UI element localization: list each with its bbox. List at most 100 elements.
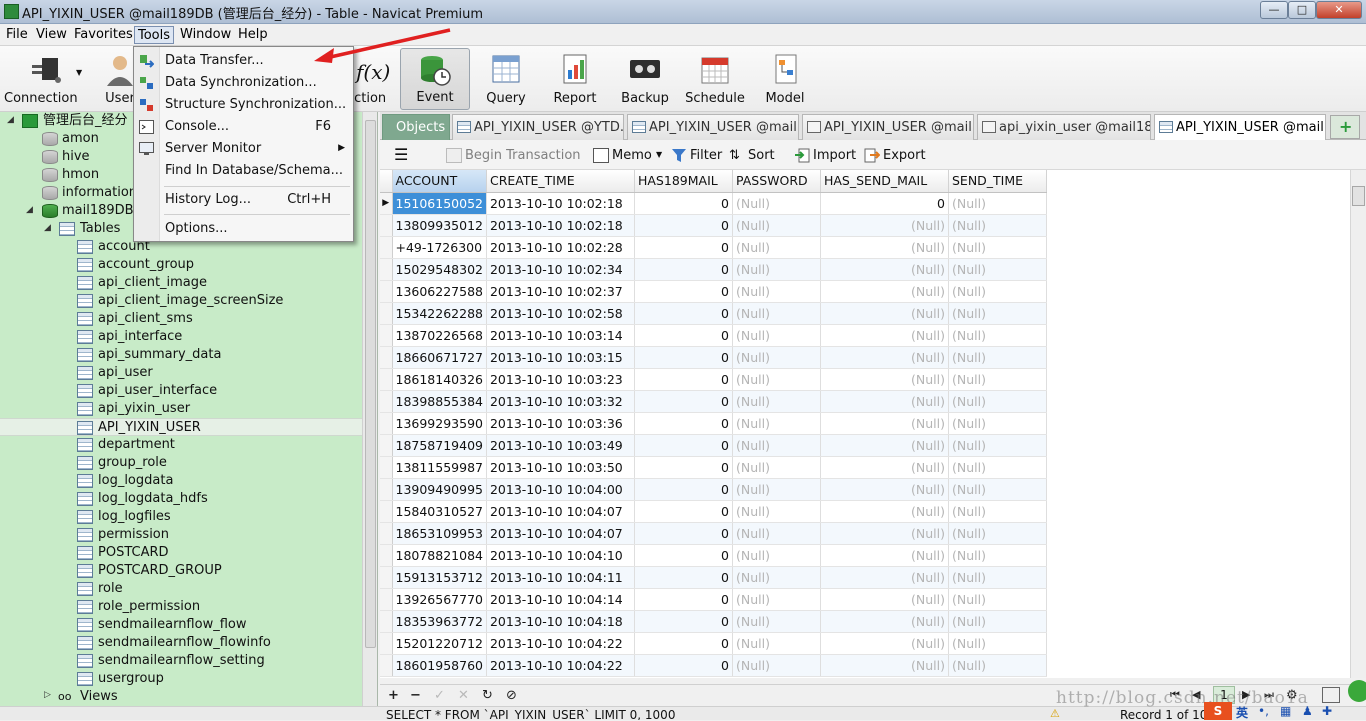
tree-table-row[interactable]: POSTCARD [0,544,362,562]
grid-cell[interactable]: 0 [634,412,733,435]
query-button[interactable]: Query [478,48,534,110]
row-indicator[interactable] [380,478,393,501]
grid-cell[interactable]: (Null) [948,346,1047,369]
table-row[interactable]: 18653109953 2013-10-10 10:04:07 0 (Null) (Nu… [380,522,1047,545]
tree-table-row[interactable]: api_client_sms [0,310,362,328]
grid-cell[interactable]: (Null) [732,214,821,237]
menu-item-data-sync[interactable]: Data Synchronization... [134,72,353,94]
tab-table[interactable]: API_YIXIN_USER @mail... [627,114,799,140]
menu-item-structure-sync[interactable]: Structure Synchronization... [134,94,353,116]
grid-cell[interactable]: (Null) [948,258,1047,281]
ime-toolbar[interactable]: S 英 •, ▦ ♟ ✚ [1202,680,1366,720]
grid-cell[interactable]: 2013-10-10 10:04:22 [486,654,635,677]
tree-views-row[interactable]: ▷ oo Views [0,688,362,706]
menu-view[interactable]: View [33,26,70,44]
row-indicator[interactable] [380,412,393,435]
row-indicator[interactable] [380,588,393,611]
tree-table-row[interactable]: role_permission [0,598,362,616]
row-indicator[interactable] [380,280,393,303]
grid-cell[interactable]: (Null) [948,236,1047,259]
ime-user-icon[interactable]: ♟ [1302,704,1313,718]
grid-cell[interactable]: (Null) [948,434,1047,457]
grid-cell[interactable]: (Null) [820,434,949,457]
grid-cell[interactable]: 13809935012 [392,214,487,237]
grid-cell[interactable]: (Null) [820,500,949,523]
grid-cell[interactable]: (Null) [732,236,821,259]
grid-cell[interactable]: 2013-10-10 10:02:58 [486,302,635,325]
table-row[interactable]: 15201220712 2013-10-10 10:04:22 0 (Null) (Nu… [380,632,1047,655]
schedule-button[interactable]: Schedule [684,48,746,110]
tree-table-row[interactable]: api_interface [0,328,362,346]
refresh-icon[interactable]: ↻ [482,688,493,703]
menu-tools[interactable]: Tools [134,26,175,44]
menu-item-history-log[interactable]: History Log... Ctrl+H [134,189,353,211]
table-row[interactable]: 18618140326 2013-10-10 10:03:23 0 (Null) (Nu… [380,368,1047,391]
tree-table-row[interactable]: group_role [0,454,362,472]
table-row[interactable]: 13809935012 2013-10-10 10:02:18 0 (Null) (Nu… [380,214,1047,237]
row-indicator[interactable] [380,522,393,545]
column-header[interactable]: CREATE_TIME [486,170,635,193]
grid-cell[interactable]: 15029548302 [392,258,487,281]
export-button[interactable]: Export [864,146,928,166]
grid-cell[interactable]: 18601958760 [392,654,487,677]
grid-cell[interactable]: (Null) [948,478,1047,501]
tree-table-row[interactable]: api_user_interface [0,382,362,400]
grid-cell[interactable]: (Null) [820,654,949,677]
maximize-button[interactable]: □ [1288,1,1316,19]
table-row[interactable]: 15840310527 2013-10-10 10:04:07 0 (Null) (Nu… [380,500,1047,523]
table-row[interactable]: 18758719409 2013-10-10 10:03:49 0 (Null) (Nu… [380,434,1047,457]
grid-cell[interactable]: 2013-10-10 10:03:49 [486,434,635,457]
tree-table-row[interactable]: API_YIXIN_USER [0,418,362,436]
row-indicator[interactable] [380,346,393,369]
grid-cell[interactable]: (Null) [732,280,821,303]
row-indicator[interactable] [380,390,393,413]
collapse-icon[interactable]: ◢ [44,223,51,233]
grid-cell[interactable]: (Null) [820,544,949,567]
discard-changes-button[interactable]: ✕ [458,688,469,703]
new-tab-button[interactable]: + [1330,115,1360,139]
grid-cell[interactable]: 0 [634,368,733,391]
grid-cell[interactable]: (Null) [820,610,949,633]
grid-cell[interactable]: 0 [634,654,733,677]
grid-cell[interactable]: (Null) [948,654,1047,677]
grid-cell[interactable]: (Null) [732,412,821,435]
grid-view-icon[interactable] [1322,687,1340,703]
tree-table-row[interactable]: api_yixin_user [0,400,362,418]
grid-cell[interactable]: (Null) [820,280,949,303]
table-row[interactable]: 18353963772 2013-10-10 10:04:18 0 (Null) (Nu… [380,610,1047,633]
column-header[interactable]: ACCOUNT [392,170,487,193]
grid-cell[interactable]: +49-1726300 [392,236,487,259]
grid-cell[interactable]: 2013-10-10 10:04:18 [486,610,635,633]
grid-cell[interactable]: (Null) [732,588,821,611]
tree-table-row[interactable]: api_client_image [0,274,362,292]
grid-cell[interactable]: (Null) [948,610,1047,633]
grid-cell[interactable]: (Null) [820,456,949,479]
tab-table[interactable]: API_YIXIN_USER @YTD... [452,114,624,140]
grid-cell[interactable]: 0 [634,390,733,413]
row-indicator[interactable] [380,500,393,523]
grid-cell[interactable]: (Null) [820,588,949,611]
tree-table-row[interactable]: sendmailearnflow_setting [0,652,362,670]
add-record-button[interactable]: + [388,688,399,703]
table-row[interactable]: ▶ 15106150052 2013-10-10 10:02:18 0 (Null) 0(… [380,192,1047,215]
grid-cell[interactable]: (Null) [820,346,949,369]
grid-cell[interactable]: (Null) [732,654,821,677]
data-grid[interactable]: ACCOUNT CREATE_TIME HAS189MAIL PASSWORD … [380,170,1350,678]
tree-scrollbar[interactable] [362,112,377,720]
grid-cell[interactable]: 0 [634,302,733,325]
grid-cell[interactable]: (Null) [948,302,1047,325]
menu-item-options[interactable]: Options... [134,218,353,240]
grid-cell[interactable]: (Null) [948,632,1047,655]
filter-button[interactable]: Filter [671,146,723,166]
grid-cell[interactable]: 0 [634,566,733,589]
grid-cell[interactable]: 0 [820,192,949,215]
grid-cell[interactable]: (Null) [820,368,949,391]
table-row[interactable]: +49-1726300 2013-10-10 10:02:28 0 (Null) (Nu… [380,236,1047,259]
tree-table-row[interactable]: usergroup [0,670,362,688]
grid-cell[interactable]: 0 [634,346,733,369]
grid-cell[interactable]: 0 [634,632,733,655]
table-row[interactable]: 15913153712 2013-10-10 10:04:11 0 (Null) (Nu… [380,566,1047,589]
column-header[interactable]: HAS189MAIL [634,170,733,193]
grid-cell[interactable]: 2013-10-10 10:04:22 [486,632,635,655]
grid-cell[interactable]: (Null) [732,522,821,545]
